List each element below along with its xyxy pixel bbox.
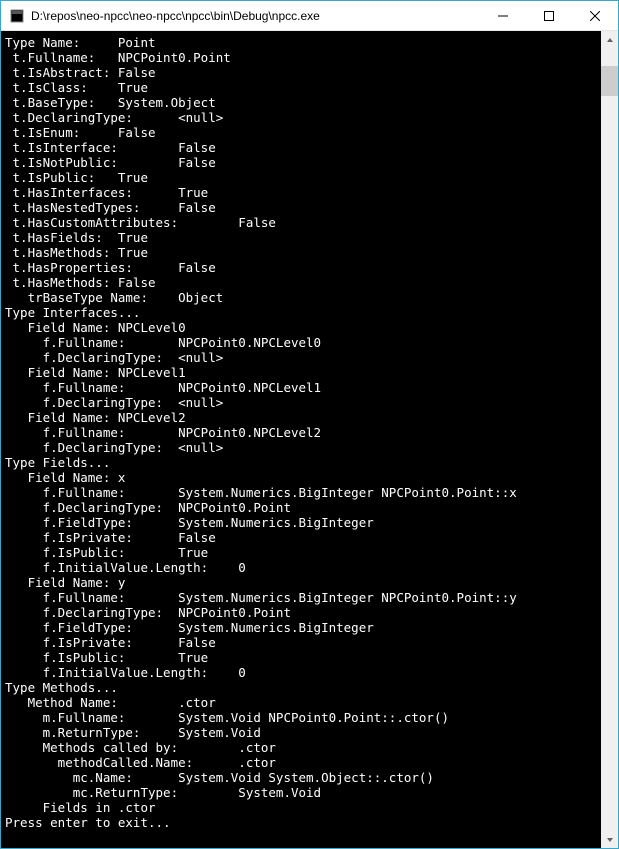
console-window: D:\repos\neo-npcc\neo-npcc\npcc\bin\Debu… xyxy=(0,0,619,849)
scrollbar-track[interactable] xyxy=(601,48,618,831)
console-area: Type Name: Point t.Fullname: NPCPoint0.P… xyxy=(1,31,618,848)
window-controls xyxy=(480,1,618,30)
titlebar: D:\repos\neo-npcc\neo-npcc\npcc\bin\Debu… xyxy=(1,1,618,31)
scrollbar-thumb[interactable] xyxy=(601,66,618,96)
vertical-scrollbar[interactable] xyxy=(601,31,618,848)
scroll-down-arrow-icon[interactable] xyxy=(601,831,618,848)
console-output[interactable]: Type Name: Point t.Fullname: NPCPoint0.P… xyxy=(1,31,601,848)
minimize-button[interactable] xyxy=(480,1,526,30)
app-icon xyxy=(9,8,25,24)
window-title: D:\repos\neo-npcc\neo-npcc\npcc\bin\Debu… xyxy=(31,9,480,23)
scroll-up-arrow-icon[interactable] xyxy=(601,31,618,48)
close-button[interactable] xyxy=(572,1,618,30)
maximize-button[interactable] xyxy=(526,1,572,30)
